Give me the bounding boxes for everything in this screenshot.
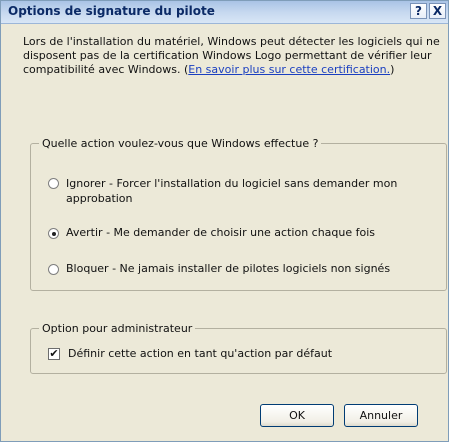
default-action-option[interactable]: ✔ Définir cette action en tant qu'action… xyxy=(48,347,332,360)
learn-more-link[interactable]: En savoir plus sur cette certification. xyxy=(188,63,390,76)
radio-button[interactable] xyxy=(48,178,59,189)
checkbox[interactable]: ✔ xyxy=(48,346,60,360)
radio-block-label: Bloquer - Ne jamais installer de pilotes… xyxy=(66,262,391,275)
radio-ignore-label: Ignorer - Forcer l'installation du logic… xyxy=(66,177,398,205)
help-icon: ? xyxy=(415,4,422,18)
radio-button[interactable] xyxy=(48,264,59,275)
title-bar[interactable]: Options de signature du pilote ? X xyxy=(1,1,448,24)
radio-button-selected[interactable] xyxy=(48,228,59,239)
close-button[interactable]: X xyxy=(429,3,446,19)
driver-signing-dialog: Options de signature du pilote ? X Lors … xyxy=(0,0,449,442)
admin-group-legend: Option pour administrateur xyxy=(42,322,193,335)
action-group-legend: Quelle action voulez-vous que Windows ef… xyxy=(42,137,319,150)
help-button[interactable]: ? xyxy=(410,3,427,19)
radio-ignore[interactable]: Ignorer - Forcer l'installation du logic… xyxy=(48,176,426,206)
radio-warn[interactable]: Avertir - Me demander de choisir une act… xyxy=(48,226,375,239)
cancel-button[interactable]: Annuler xyxy=(344,404,418,427)
default-action-label: Définir cette action en tant qu'action p… xyxy=(68,347,333,360)
radio-warn-label: Avertir - Me demander de choisir une act… xyxy=(66,226,376,239)
intro-text: Lors de l'installation du matériel, Wind… xyxy=(23,35,442,77)
ok-button[interactable]: OK xyxy=(260,404,334,427)
close-icon: X xyxy=(432,4,443,18)
window-title: Options de signature du pilote xyxy=(8,4,215,18)
radio-block[interactable]: Bloquer - Ne jamais installer de pilotes… xyxy=(48,262,390,275)
intro-suffix: ) xyxy=(390,63,395,76)
check-icon: ✔ xyxy=(49,346,59,360)
